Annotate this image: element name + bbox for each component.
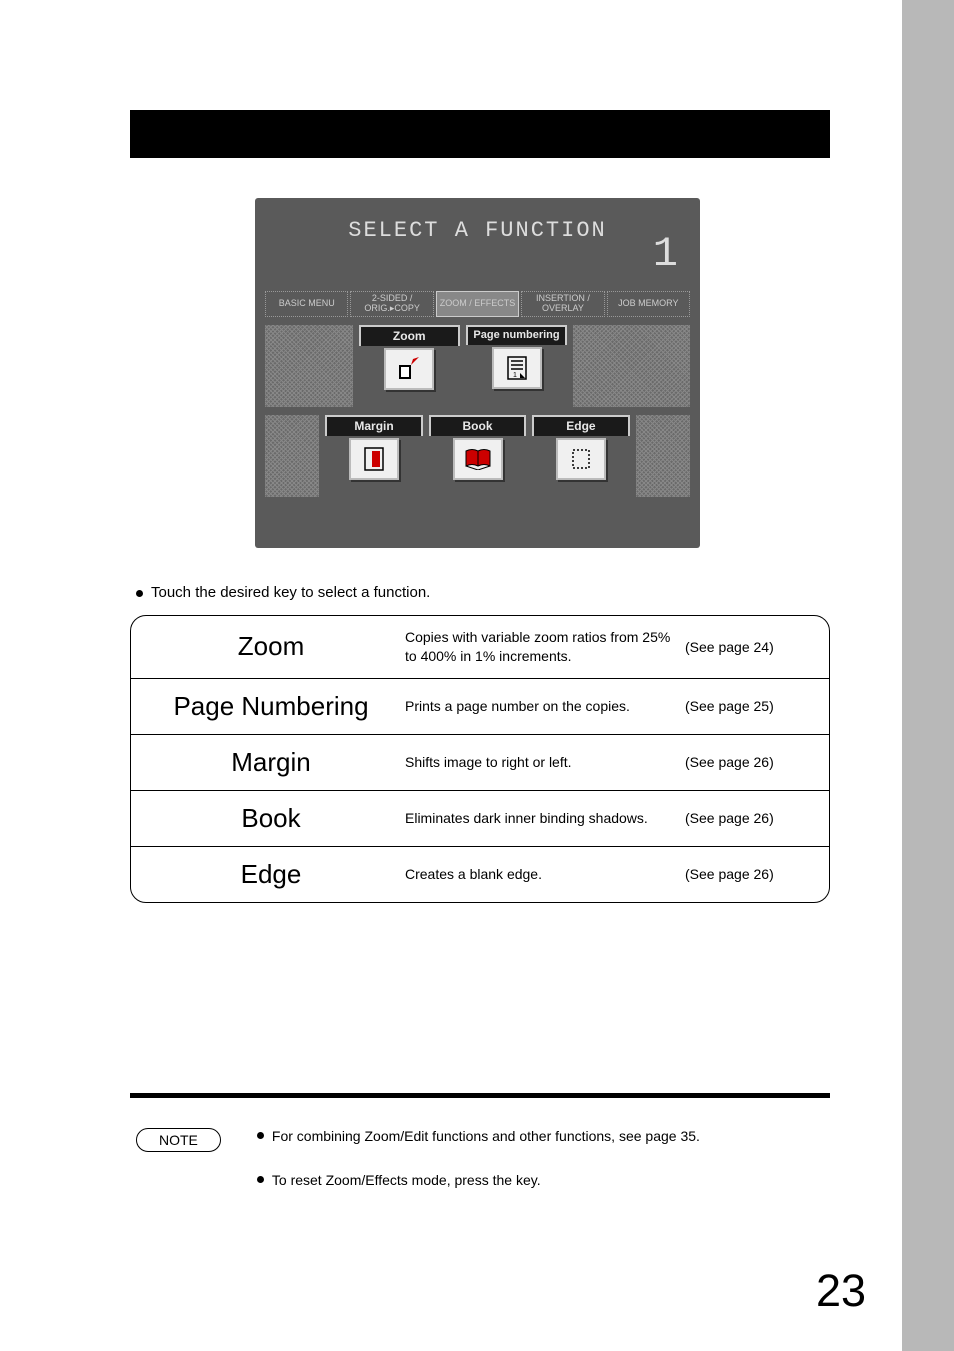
lcd-row-2: Margin Book	[265, 415, 690, 497]
note-label-col: NOTE	[130, 1128, 221, 1188]
note-text: For combining Zoom/Edit functions and ot…	[272, 1128, 700, 1144]
note-line-1: For combining Zoom/Edit functions and ot…	[257, 1128, 700, 1144]
note-text: To reset Zoom/Effects mode, press the ke…	[272, 1172, 541, 1188]
note-lines: For combining Zoom/Edit functions and ot…	[237, 1128, 700, 1188]
func-desc: Prints a page number on the copies.	[397, 697, 685, 716]
func-page-ref: (See page 26)	[685, 866, 815, 882]
func-name-pagenum: Page Numbering	[145, 691, 397, 722]
tab-insertion[interactable]: INSERTION / OVERLAY	[521, 291, 604, 317]
dither-left	[265, 325, 353, 407]
page-content: SELECT A FUNCTION 1 BASIC MENU 2-SIDED /…	[130, 110, 850, 1188]
func-desc: Shifts image to right or left.	[397, 753, 685, 772]
lcd-btn-pagenum-label: Page numbering	[466, 325, 567, 345]
func-name-margin: Margin	[145, 747, 397, 778]
func-page-ref: (See page 26)	[685, 754, 815, 770]
note-line-2: To reset Zoom/Effects mode, press the ke…	[257, 1172, 700, 1188]
func-page-ref: (See page 26)	[685, 810, 815, 826]
dither-right	[573, 325, 690, 407]
table-row: Zoom Copies with variable zoom ratios fr…	[131, 616, 829, 679]
lcd-body: Zoom Page numbering	[255, 325, 700, 497]
table-row: Book Eliminates dark inner binding shado…	[131, 791, 829, 847]
lcd-btn-zoom[interactable]: Zoom	[359, 325, 460, 407]
lcd-tab-row: BASIC MENU 2-SIDED / ORIG.▸COPY ZOOM / E…	[255, 291, 700, 317]
tab-basic-menu[interactable]: BASIC MENU	[265, 291, 348, 317]
table-row: Margin Shifts image to right or left. (S…	[131, 735, 829, 791]
func-name-zoom: Zoom	[145, 631, 397, 662]
lcd-screen: SELECT A FUNCTION 1 BASIC MENU 2-SIDED /…	[255, 198, 700, 548]
bullet-icon	[136, 590, 143, 597]
func-desc: Creates a blank edge.	[397, 865, 685, 884]
lcd-btn-margin[interactable]: Margin	[325, 415, 422, 497]
func-name-edge: Edge	[145, 859, 397, 890]
divider	[130, 1093, 830, 1098]
func-desc: Copies with variable zoom ratios from 25…	[397, 628, 685, 666]
note-pill: NOTE	[136, 1128, 221, 1152]
margin-icon	[349, 438, 399, 480]
page-numbering-icon: 1	[492, 347, 542, 389]
func-page-ref: (See page 24)	[685, 639, 815, 655]
lcd-btn-margin-label: Margin	[325, 415, 422, 436]
svg-text:1: 1	[513, 372, 517, 379]
page-number: 23	[816, 1265, 866, 1317]
func-page-ref: (See page 25)	[685, 698, 815, 714]
book-icon	[453, 438, 503, 480]
zoom-icon	[384, 348, 434, 390]
bullet-icon	[257, 1176, 264, 1183]
lcd-counter: 1	[653, 230, 678, 278]
tab-job-memory[interactable]: JOB MEMORY	[607, 291, 690, 317]
lcd-title: SELECT A FUNCTION	[255, 198, 700, 243]
table-row: Edge Creates a blank edge. (See page 26)	[131, 847, 829, 902]
functions-table: Zoom Copies with variable zoom ratios fr…	[130, 615, 830, 903]
bullet-icon	[257, 1132, 264, 1139]
lcd-btn-book-label: Book	[429, 415, 526, 436]
instruction-line: Touch the desired key to select a functi…	[136, 584, 850, 601]
instruction-text: Touch the desired key to select a functi…	[151, 584, 430, 601]
tab-zoom-effects[interactable]: ZOOM / EFFECTS	[436, 291, 519, 317]
lcd-btn-edge[interactable]: Edge	[532, 415, 629, 497]
note-section: NOTE For combining Zoom/Edit functions a…	[130, 1128, 830, 1188]
lcd-btn-zoom-label: Zoom	[359, 325, 460, 346]
page-margin-bar	[902, 0, 954, 1351]
lcd-btn-page-numbering[interactable]: Page numbering 1	[466, 325, 567, 407]
func-name-book: Book	[145, 803, 397, 834]
edge-icon	[556, 438, 606, 480]
dither-left-2	[265, 415, 319, 497]
dither-right-2	[636, 415, 690, 497]
section-heading-bar	[130, 110, 830, 158]
func-desc: Eliminates dark inner binding shadows.	[397, 809, 685, 828]
lcd-btn-edge-label: Edge	[532, 415, 629, 436]
lcd-row-1: Zoom Page numbering	[265, 325, 690, 407]
lcd-btn-book[interactable]: Book	[429, 415, 526, 497]
table-row: Page Numbering Prints a page number on t…	[131, 679, 829, 735]
tab-2sided[interactable]: 2-SIDED / ORIG.▸COPY	[350, 291, 433, 317]
